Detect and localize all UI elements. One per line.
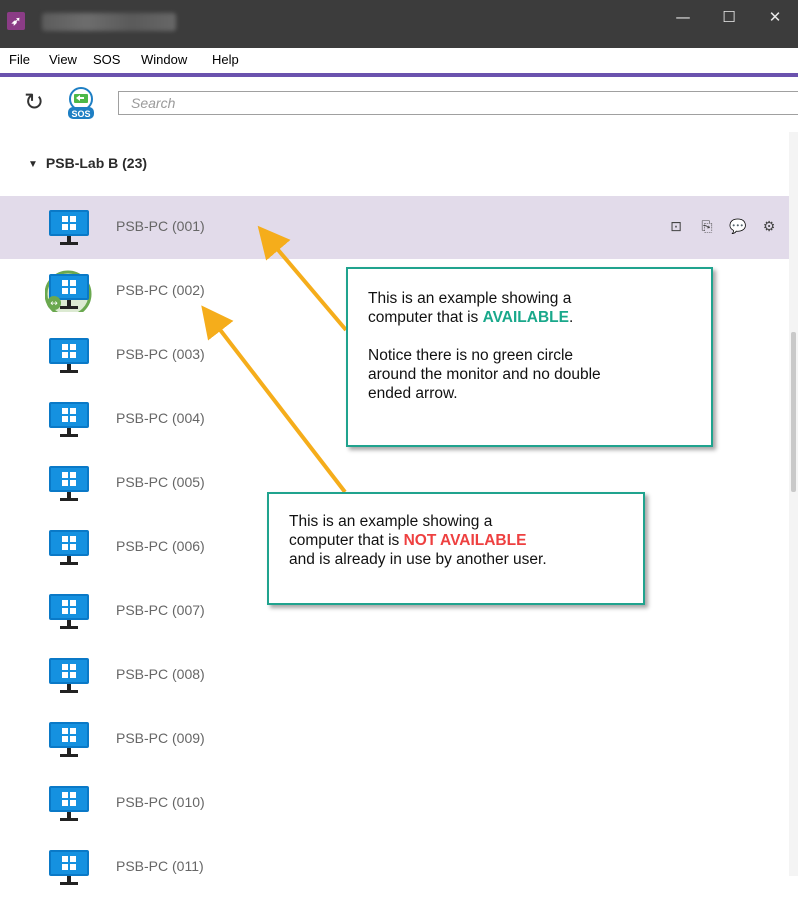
scrollbar-thumb[interactable] [791,332,796,492]
computer-name: PSB-PC (004) [116,410,205,426]
menu-bar: File View SOS Window Help [0,48,798,72]
computer-name: PSB-PC (009) [116,730,205,746]
callout-not-available-line2: computer that is [289,532,404,549]
monitor-icon [49,850,89,885]
computer-name: PSB-PC (005) [116,474,205,490]
computer-row[interactable]: PSB-PC (001) ⊡ ⎘ 💬 ⚙ [0,196,790,259]
monitor-icon [49,338,89,373]
menu-view[interactable]: View [49,52,77,67]
computer-row[interactable]: PSB-PC (008) [0,644,790,707]
monitor-icon [49,658,89,693]
title-bar: ➶ — ☐ ✕ [0,0,798,48]
settings-gear-icon[interactable]: ⚙ [758,219,780,239]
sos-icon[interactable]: SOS [66,87,96,121]
expand-caret-icon[interactable]: ▼ [28,159,38,170]
computer-name: PSB-PC (003) [116,346,205,362]
window-title-redacted [42,13,176,31]
computer-name: PSB-PC (008) [116,666,205,682]
monitor-icon [49,210,89,245]
available-keyword: AVAILABLE [482,309,569,326]
callout-available-period: . [568,309,574,326]
callout-available-line4: around the monitor and no double [368,366,601,383]
computer-row[interactable]: PSB-PC (011) [0,836,790,899]
computer-name: PSB-PC (011) [116,858,204,874]
callout-available: This is an example showing a computer th… [346,267,713,447]
computer-row[interactable]: PSB-PC (009) [0,708,790,771]
callout-available-line2: computer that is [368,309,483,326]
sos-label: SOS [71,109,90,119]
computer-name: PSB-PC (010) [116,794,205,810]
computer-name: PSB-PC (007) [116,602,205,618]
callout-available-line3: Notice there is no green circle [368,347,574,364]
computer-row[interactable]: PSB-PC (010) [0,772,790,835]
row-actions: ⊡ ⎘ 💬 ⚙ [656,218,780,239]
group-header[interactable]: ▼ PSB-Lab B (23) [28,155,147,171]
toolbar: ↻ SOS Search [0,77,798,132]
callout-not-available-line1: This is an example showing a [289,513,493,530]
app-logo-icon: ➶ [7,12,25,30]
menu-file[interactable]: File [9,52,30,67]
not-available-keyword: NOT AVAILABLE [403,532,527,549]
chat-icon[interactable]: 💬 [727,219,749,239]
refresh-icon[interactable]: ↻ [24,89,50,115]
callout-not-available: This is an example showing a computer th… [267,492,645,605]
computer-name: PSB-PC (002) [116,282,205,298]
file-transfer-icon[interactable]: ⎘ [696,219,718,239]
computer-name: PSB-PC (006) [116,538,205,554]
monitor-icon [49,722,89,757]
remote-control-icon[interactable]: ⊡ [665,219,687,239]
minimize-button[interactable]: — [660,0,706,34]
close-button[interactable]: ✕ [752,0,798,34]
group-name: PSB-Lab B (23) [45,155,148,171]
menu-window[interactable]: Window [141,52,187,67]
callout-available-line5: ended arrow. [368,385,458,402]
menu-help[interactable]: Help [212,52,239,67]
monitor-icon [49,466,89,501]
search-input[interactable]: Search [118,91,798,115]
monitor-in-use-icon: ↔ [45,270,92,312]
monitor-icon [49,402,89,437]
maximize-button[interactable]: ☐ [706,0,752,34]
menu-sos[interactable]: SOS [93,52,120,67]
svg-text:↔: ↔ [50,299,58,309]
scrollbar[interactable] [789,132,798,876]
monitor-icon [49,594,89,629]
computer-name: PSB-PC (001) [116,218,205,234]
callout-available-line1: This is an example showing a [368,290,572,307]
callout-not-available-line3: and is already in use by another user. [289,551,547,568]
monitor-icon [49,786,89,821]
monitor-icon [49,530,89,565]
